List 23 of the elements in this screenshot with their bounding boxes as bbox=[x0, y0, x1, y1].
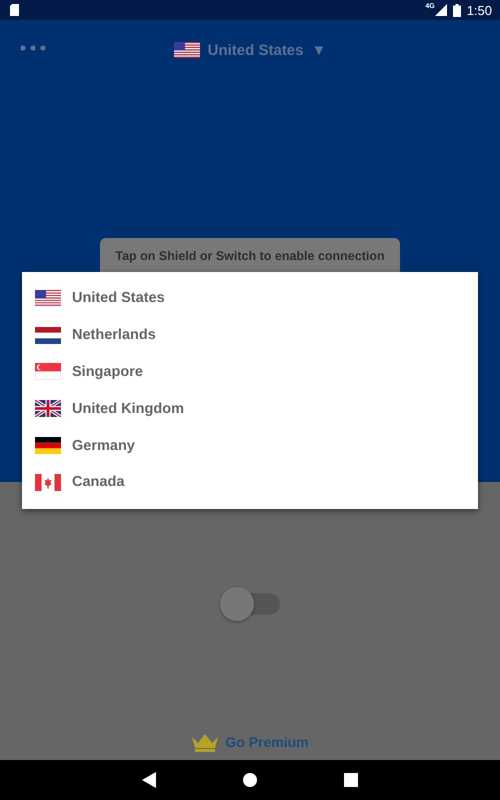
vpn-switch[interactable] bbox=[220, 587, 280, 621]
back-button[interactable] bbox=[142, 772, 156, 788]
flag-icon bbox=[35, 326, 61, 344]
country-option[interactable]: Singapore bbox=[22, 354, 478, 390]
home-button[interactable] bbox=[242, 772, 258, 788]
flag-icon bbox=[174, 42, 200, 58]
country-option[interactable]: United Kingdom bbox=[22, 390, 478, 428]
country-option[interactable]: Germany bbox=[22, 427, 478, 464]
crown-icon bbox=[191, 732, 220, 752]
country-option[interactable]: Canada bbox=[22, 464, 478, 501]
signal-icon bbox=[434, 4, 447, 16]
country-option[interactable]: United States bbox=[22, 280, 478, 317]
flag-icon bbox=[35, 437, 61, 454]
hint-text: Tap on Shield or Switch to enable connection bbox=[115, 248, 385, 265]
country-option[interactable]: Netherlands bbox=[22, 316, 478, 354]
flag-icon bbox=[35, 290, 61, 307]
sd-card-icon bbox=[10, 4, 19, 16]
battery-icon bbox=[452, 4, 461, 16]
clock-time: 1:50 bbox=[466, 2, 492, 18]
more-options-icon[interactable] bbox=[20, 45, 46, 51]
flag-icon bbox=[35, 474, 61, 491]
flag-icon bbox=[35, 400, 61, 418]
flag-icon bbox=[35, 363, 61, 380]
